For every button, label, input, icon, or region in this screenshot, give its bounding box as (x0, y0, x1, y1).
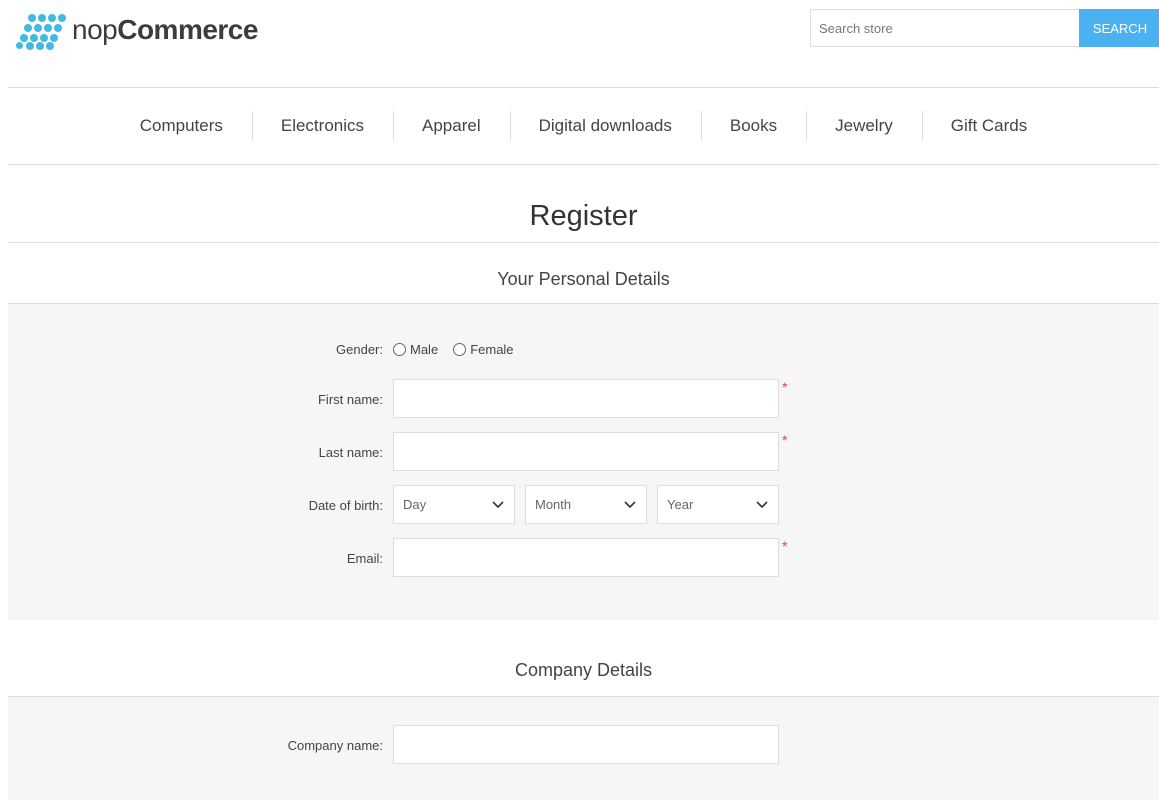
dob-month-value: Month (535, 497, 572, 512)
gender-female-label[interactable]: Female (470, 342, 513, 357)
search-button[interactable]: SEARCH (1079, 9, 1159, 47)
dob-day-select[interactable]: Day (393, 485, 515, 524)
dob-year-value: Year (667, 497, 694, 512)
date-of-birth-label: Date of birth: (308, 498, 383, 513)
menu-item-computers[interactable]: Computers (111, 111, 252, 141)
dob-year-select[interactable]: Year (657, 485, 779, 524)
company-name-input[interactable] (393, 725, 779, 764)
date-of-birth-row: Date of birth: Day Month Year (8, 485, 1159, 525)
menu-item-jewelry[interactable]: Jewelry (806, 111, 922, 141)
search-box: SEARCH (810, 9, 1159, 47)
logo-dots-icon (8, 10, 66, 50)
logo[interactable]: nopCommerce (8, 10, 258, 50)
gender-male-radio[interactable] (393, 343, 406, 356)
menu-item-books[interactable]: Books (700, 111, 806, 141)
dob-day-value: Day (403, 497, 427, 512)
personal-details-form: Gender: Male Female First name: * Last n… (8, 304, 1159, 620)
last-name-label: Last name: (318, 445, 383, 460)
logo-text: nopCommerce (72, 14, 258, 45)
email-row: Email: * (8, 538, 1159, 578)
menu-item-apparel[interactable]: Apparel (393, 111, 510, 141)
gender-label: Gender: (336, 342, 383, 357)
first-name-input[interactable] (393, 379, 779, 418)
last-name-required-mark: * (782, 432, 788, 448)
page-title: Register (8, 195, 1159, 243)
company-name-row: Company name: (8, 725, 1159, 765)
email-label: Email: (346, 551, 383, 566)
company-details-title: Company Details (8, 655, 1159, 697)
first-name-required-mark: * (782, 379, 788, 395)
gender-options: Male Female (393, 342, 529, 357)
first-name-label: First name: (317, 392, 383, 407)
company-name-label: Company name: (287, 738, 383, 753)
chevron-down-icon (624, 501, 636, 509)
gender-male-label[interactable]: Male (410, 342, 438, 357)
email-input[interactable] (393, 538, 779, 577)
menu-item-electronics[interactable]: Electronics (251, 111, 393, 141)
last-name-input[interactable] (393, 432, 779, 471)
first-name-row: First name: * (8, 379, 1159, 419)
last-name-row: Last name: * (8, 432, 1159, 472)
chevron-down-icon (492, 501, 504, 509)
menu-item-digital-downloads[interactable]: Digital downloads (509, 111, 701, 141)
search-input[interactable] (810, 9, 1079, 47)
email-required-mark: * (782, 538, 788, 554)
company-details-form: Company name: (8, 697, 1159, 800)
personal-details-title: Your Personal Details (8, 262, 1159, 304)
dob-month-select[interactable]: Month (525, 485, 647, 524)
gender-female-radio[interactable] (453, 343, 467, 356)
chevron-down-icon (756, 501, 768, 509)
gender-row: Gender: Male Female (8, 340, 1159, 380)
menu-item-gift-cards[interactable]: Gift Cards (921, 111, 1057, 141)
top-menu: Computers Electronics Apparel Digital do… (8, 87, 1159, 165)
